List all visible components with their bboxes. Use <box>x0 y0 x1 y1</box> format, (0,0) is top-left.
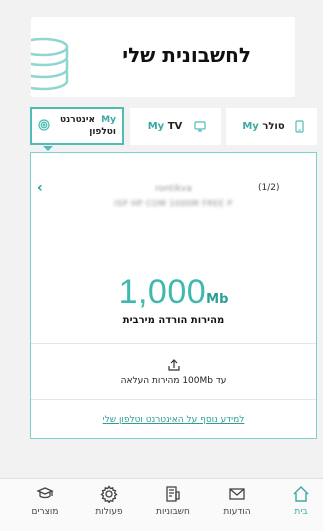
divider <box>31 399 316 400</box>
active-tab-pointer <box>43 146 53 151</box>
bottom-nav: בית הודעות חשבוניות פעולות מוצרים <box>0 478 323 531</box>
service-tabs: My אינטרנט וטלפון My TV My סולר <box>30 107 317 146</box>
speed-unit: Mb <box>206 292 229 307</box>
invoice-icon <box>166 486 180 502</box>
nav-label: בית <box>294 507 308 517</box>
gear-icon <box>100 485 118 503</box>
upload-icon <box>168 359 180 371</box>
nav-actions[interactable]: פעולות <box>82 485 136 517</box>
wifi-icon <box>38 118 50 134</box>
tab-internet-phone[interactable]: My אינטרנט וטלפון <box>30 107 124 145</box>
speed-value: 1,000 <box>118 273 207 311</box>
download-speed-label: מהירות הורדה מירבית <box>122 315 225 326</box>
account-name: rontikva <box>155 184 192 194</box>
nav-label: פעולות <box>95 507 123 517</box>
tab-label: סולר <box>262 121 285 132</box>
nav-label: הודעות <box>223 507 251 517</box>
nav-invoices[interactable]: חשבוניות <box>146 485 200 517</box>
nav-home[interactable]: בית <box>274 485 323 517</box>
nav-label: מוצרים <box>31 507 59 517</box>
nav-label: חשבוניות <box>156 507 190 517</box>
tab-my-prefix: My <box>242 121 259 132</box>
coins-icon <box>31 37 69 91</box>
products-icon <box>36 487 54 499</box>
account-id: ISP HP COM 1000M FREE P <box>114 199 233 208</box>
tab-solar[interactable]: My סולר <box>226 108 317 145</box>
home-icon <box>293 486 309 502</box>
download-speed: 1,000Mb <box>31 273 316 312</box>
phone-icon <box>295 120 304 133</box>
nav-products[interactable]: מוצרים <box>18 485 72 517</box>
envelope-icon <box>229 488 245 500</box>
tab-my-prefix: My <box>101 115 116 125</box>
page-title: לחשבונית שלי <box>122 43 251 67</box>
tv-icon <box>194 121 206 132</box>
tab-tv[interactable]: My TV <box>130 108 221 145</box>
upload-speed-label: עד 100Mb מהירות העלאה <box>120 376 227 386</box>
header-card: לחשבונית שלי <box>31 17 295 97</box>
tab-label: TV <box>167 121 183 132</box>
nav-messages[interactable]: הודעות <box>210 485 264 517</box>
service-card: ‹ (1/2) rontikva ISP HP COM 1000M FREE P… <box>30 152 317 439</box>
more-info-link[interactable]: למידע נוסף על האינטרנט וטלפון שלי <box>31 415 316 425</box>
divider <box>31 343 316 344</box>
tab-my-prefix: My <box>147 121 165 132</box>
